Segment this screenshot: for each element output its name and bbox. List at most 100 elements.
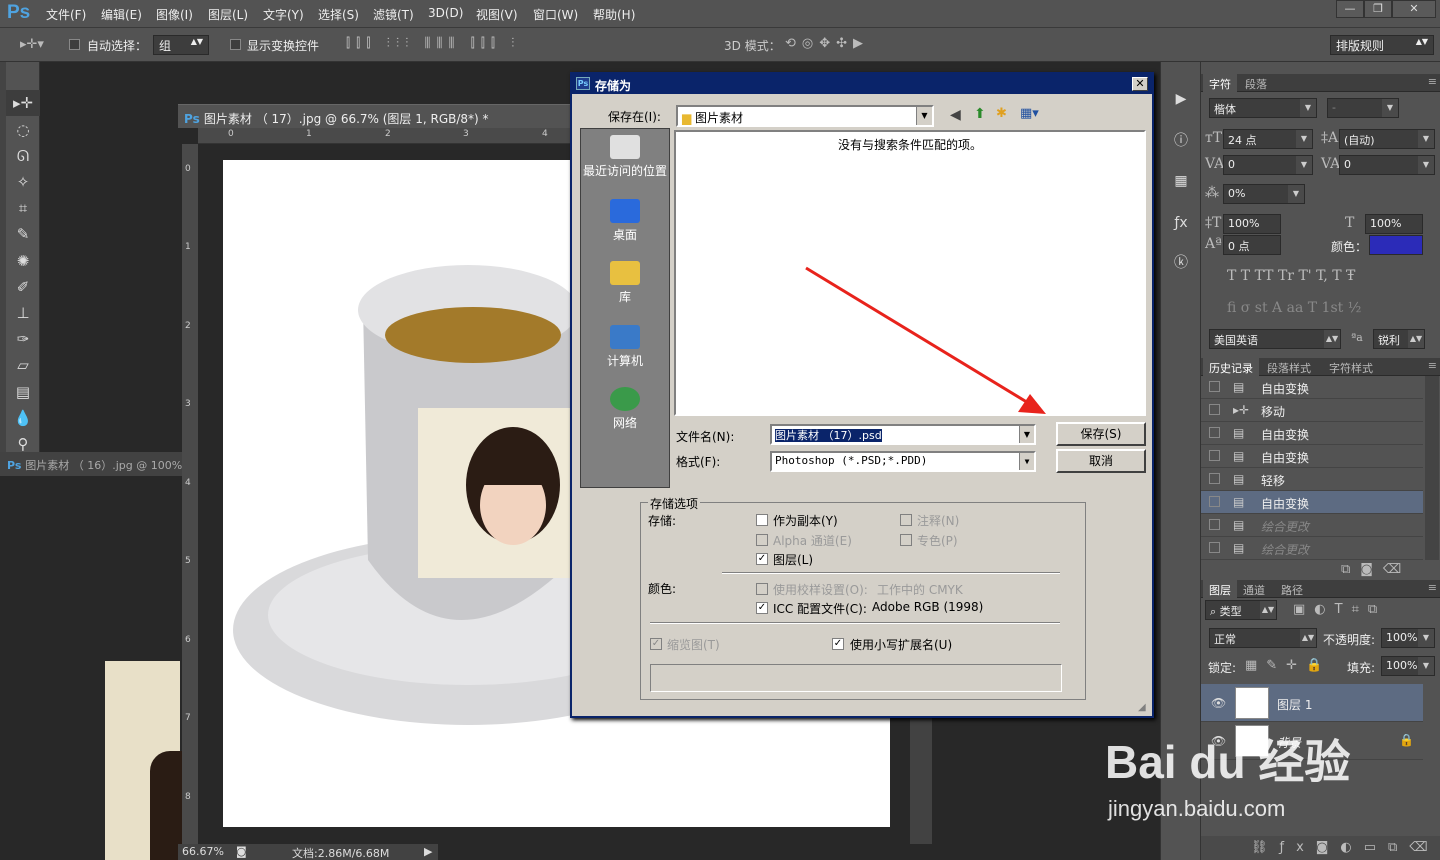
history-footer-icons[interactable]: ⧉◙⌫	[1341, 562, 1411, 577]
font-size-field[interactable]: 24 点 ▼	[1223, 129, 1313, 149]
brush-tool-icon[interactable]: ✐	[6, 274, 40, 300]
second-document-tab[interactable]: Ps 图片素材 （ 16）.jpg @ 100%	[0, 452, 185, 476]
leading-field[interactable]: (自动) ▼	[1339, 129, 1435, 149]
notes-checkbox[interactable]	[900, 514, 912, 526]
stamp-tool-icon[interactable]: ⊥	[6, 300, 40, 326]
place-recent[interactable]: 最近访问的位置	[581, 135, 669, 179]
gradient-tool-icon[interactable]: ▤	[6, 379, 40, 405]
chevron-down-icon[interactable]: ▼	[1019, 453, 1034, 470]
place-network[interactable]: 网络	[581, 387, 669, 431]
format-select[interactable]: Photoshop (*.PSD;*.PDD) ▼	[770, 451, 1036, 472]
baseline-field[interactable]: 0 点	[1223, 235, 1281, 255]
tsume-field[interactable]: 0% ▼	[1223, 184, 1305, 204]
lowercase-checkbox[interactable]: ✓	[832, 638, 844, 650]
tracking-field[interactable]: 0 ▼	[1339, 155, 1435, 175]
back-icon[interactable]: ◀	[950, 107, 961, 123]
auto-select-checkbox[interactable]	[69, 39, 80, 50]
place-desktop[interactable]: 桌面	[581, 199, 669, 243]
fx-icon[interactable]: ƒx	[1170, 212, 1192, 234]
auto-select-dropdown[interactable]: 组 ▲▼	[153, 35, 209, 55]
history-item[interactable]: ▤ 自由变换	[1201, 445, 1423, 468]
history-item[interactable]: ▤ 自由变换	[1201, 376, 1423, 399]
blend-mode-select[interactable]: 正常 ▲▼	[1209, 628, 1317, 648]
tab-character-styles[interactable]: 字符样式	[1323, 360, 1379, 376]
marquee-tool-icon[interactable]: ◌	[6, 117, 40, 143]
tab-character[interactable]: 字符	[1203, 74, 1237, 92]
tab-history[interactable]: 历史记录	[1203, 358, 1259, 376]
zoom-level[interactable]: 66.67%	[182, 845, 224, 858]
history-item[interactable]: ▤ 轻移	[1201, 468, 1423, 491]
layers-footer-icons[interactable]: ⛓ƒx◙◐▭⧉⌫	[1251, 840, 1440, 855]
magic-wand-icon[interactable]: ✧	[6, 169, 40, 195]
alpha-checkbox[interactable]	[756, 534, 768, 546]
grid-icon[interactable]: ▦	[1170, 170, 1192, 192]
vertical-scale-field[interactable]: 100%	[1223, 214, 1281, 234]
tab-paragraph[interactable]: 段落	[1239, 76, 1273, 92]
horizontal-scale-field[interactable]: 100%	[1365, 214, 1423, 234]
save-button[interactable]: 保存(S)	[1056, 422, 1146, 446]
faux-style-buttons[interactable]: T T TT Tr T' T, T Ŧ	[1227, 268, 1355, 284]
history-item[interactable]: ▸✛ 移动	[1201, 399, 1423, 422]
layers-checkbox[interactable]: ✓	[756, 553, 768, 565]
font-family-select[interactable]: 楷体 ▼	[1209, 98, 1317, 118]
place-library[interactable]: 库	[581, 261, 669, 305]
menu-type[interactable]: 文字(Y)	[263, 6, 304, 23]
status-icon[interactable]: ◙	[236, 845, 247, 858]
save-in-select[interactable]: ▆ 图片素材 ▼	[676, 105, 934, 127]
layer-filter-icons[interactable]: ▣◐T⌗⧉	[1293, 602, 1386, 617]
file-list[interactable]: 没有与搜索条件匹配的项。	[674, 130, 1146, 416]
kuler-icon[interactable]: ⓚ	[1170, 252, 1192, 274]
kerning-field[interactable]: 0 ▼	[1223, 155, 1313, 175]
panel-menu-icon[interactable]: ≡	[1428, 581, 1437, 594]
lock-icons[interactable]: ▦✎✛🔒	[1245, 658, 1331, 673]
history-scrollbar[interactable]	[1425, 376, 1439, 560]
tab-paths[interactable]: 路径	[1275, 582, 1309, 598]
history-item[interactable]: ▤ 绘合更改	[1201, 537, 1423, 560]
language-select[interactable]: 美国英语 ▲▼	[1209, 329, 1341, 349]
menu-file[interactable]: 文件(F)	[46, 6, 86, 23]
history-item-selected[interactable]: ▤ 自由变换	[1201, 491, 1423, 514]
chevron-down-icon[interactable]: ▼	[1019, 426, 1034, 443]
lasso-tool-icon[interactable]: ᘏ	[6, 143, 40, 169]
workspace-dropdown[interactable]: 排版规则 ▲▼	[1330, 35, 1434, 55]
antialias-select[interactable]: 锐利 ▲▼	[1373, 329, 1425, 349]
minimize-icon[interactable]: —	[1336, 0, 1364, 18]
blur-tool-icon[interactable]: 💧	[6, 405, 40, 431]
play-icon[interactable]: ▶	[1170, 88, 1192, 110]
tab-layers[interactable]: 图层	[1203, 580, 1237, 598]
move-tool-icon[interactable]: ▸✛	[6, 90, 40, 116]
eraser-tool-icon[interactable]: ▱	[6, 352, 40, 378]
menu-image[interactable]: 图像(I)	[156, 6, 193, 23]
cancel-button[interactable]: 取消	[1056, 449, 1146, 473]
menu-help[interactable]: 帮助(H)	[593, 6, 635, 23]
status-arrow-icon[interactable]: ▶	[424, 845, 432, 858]
history-item[interactable]: ▤ 自由变换	[1201, 422, 1423, 445]
main-document-tab[interactable]: Ps 图片素材 （ 17）.jpg @ 66.7% (图层 1, RGB/8*)…	[178, 104, 578, 128]
text-color-swatch[interactable]	[1369, 235, 1423, 255]
3d-tool-icons[interactable]: ⟲◎✥✣▶	[785, 36, 869, 51]
menu-filter[interactable]: 滤镜(T)	[373, 6, 414, 23]
eyedropper-icon[interactable]: ✎	[6, 221, 40, 247]
menu-window[interactable]: 窗口(W)	[533, 6, 578, 23]
menu-layer[interactable]: 图层(L)	[208, 6, 248, 23]
tab-paragraph-styles[interactable]: 段落样式	[1261, 360, 1317, 376]
copy-checkbox[interactable]	[756, 514, 768, 526]
eye-icon[interactable]: 👁	[1211, 696, 1226, 710]
info-icon[interactable]: ⓘ	[1170, 130, 1192, 152]
proof-checkbox[interactable]	[756, 583, 768, 595]
menu-3d[interactable]: 3D(D)	[428, 6, 463, 20]
menu-view[interactable]: 视图(V)	[476, 6, 518, 23]
close-icon[interactable]: ✕	[1132, 77, 1148, 91]
menu-edit[interactable]: 编辑(E)	[101, 6, 142, 23]
thumbnail-checkbox[interactable]: ✓	[650, 638, 662, 650]
fill-field[interactable]: 100% ▼	[1381, 656, 1435, 676]
layer-row-layer1[interactable]: 👁 图层 1	[1201, 684, 1423, 722]
history-brush-icon[interactable]: ✑	[6, 326, 40, 352]
history-item[interactable]: ▤ 绘合更改	[1201, 514, 1423, 537]
icc-checkbox[interactable]: ✓	[756, 602, 768, 614]
align-icons[interactable]: ⫿⫿⫿ ⫶⫶⫶ ⫼⫼⫼ ⫿⫿⫿ ⫶	[346, 36, 520, 51]
healing-brush-icon[interactable]: ✺	[6, 248, 40, 274]
show-transform-checkbox[interactable]	[230, 39, 241, 50]
spot-checkbox[interactable]	[900, 534, 912, 546]
opacity-field[interactable]: 100% ▼	[1381, 628, 1435, 648]
